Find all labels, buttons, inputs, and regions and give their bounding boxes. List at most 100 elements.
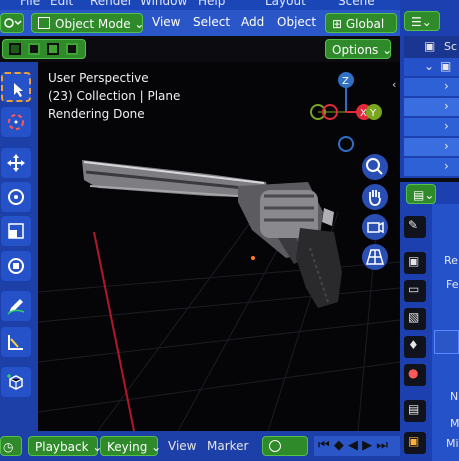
menu-window[interactable]: Window [140,0,187,8]
output-properties-tab[interactable]: ▭ [404,280,426,302]
annotate-tool[interactable] [1,291,31,321]
object-mode-dropdown[interactable]: Object Mode ⌄ [31,13,144,33]
mode-new-icon[interactable] [9,43,21,55]
properties-text-n: N [450,390,459,403]
timeline-menu-marker[interactable]: Marker [207,439,248,453]
tool-properties-tab[interactable]: ✎ [404,216,426,238]
transform-icon [8,258,24,274]
jump-end-icon[interactable]: ⏭ [376,438,388,453]
transform-tool[interactable] [1,251,31,281]
outliner-header-row: ▣ Sc [404,36,459,58]
measure-tool[interactable] [1,327,31,357]
transform-orientation-dropdown[interactable]: ⊞ Global [325,13,397,33]
header-menu-object[interactable]: Object [277,15,316,29]
header-menu-select[interactable]: Select [193,15,230,29]
object-properties-tab[interactable]: ▣ [404,432,426,454]
mode-subtract-icon[interactable] [47,43,59,55]
menu-help[interactable]: Help [198,0,225,8]
chevron-down-icon: ⌄ [147,440,162,454]
scene-properties-tab[interactable]: ♦ [404,336,426,358]
collection-properties-tab[interactable]: ▤ [404,400,426,422]
play-icon[interactable]: ▶ [362,438,372,453]
add-cube-tool[interactable] [1,367,31,397]
gizmo-x-label: X [360,108,367,119]
outliner-collection-row[interactable]: ⌄ ▣ [404,58,459,76]
object-mode-icon [38,17,50,29]
pencil-icon [7,299,25,315]
outliner-item[interactable]: › [404,98,459,116]
prev-keyframe-icon[interactable]: ◆ [334,438,344,453]
magnifier-icon [366,158,383,175]
playback-label: Playback [35,440,89,454]
chevron-right-icon[interactable]: › [444,119,449,133]
keying-dropdown[interactable]: Keying ⌄ [100,436,162,456]
mode-extend-icon[interactable] [28,43,40,55]
autokey-toggle[interactable] [262,436,308,456]
play-reverse-icon[interactable]: ◀ [348,438,358,453]
hand-icon [369,190,381,206]
pan-button[interactable] [362,184,388,210]
navigation-gizmo[interactable]: Z X Y [306,70,386,160]
timeline-menu-view[interactable]: View [168,439,196,453]
outliner-item[interactable]: › [404,78,459,96]
perspective-toggle-button[interactable] [362,244,388,270]
scene-selector[interactable]: Scene [338,0,375,8]
editor-type-button[interactable] [0,13,24,33]
orientation-label: Global [345,17,385,31]
outliner-editor-type[interactable]: ☰⌄ [404,11,440,31]
workspace-tab-layout[interactable]: Layout [265,0,306,8]
chevron-right-icon[interactable]: › [444,99,449,113]
timeline-editor-type[interactable]: ◷ [0,436,22,456]
view-layer-properties-tab[interactable]: ▧ [404,308,426,330]
image-stack-icon: ▧ [408,310,420,324]
outliner-icon: ☰⌄ [411,15,432,29]
scale-tool[interactable] [1,216,31,246]
chevron-right-icon[interactable]: › [444,139,449,153]
wrench-icon: ✎ [408,218,419,232]
outliner-item[interactable]: › [404,158,459,176]
printer-icon: ▭ [408,282,420,296]
gizmo-neg-z[interactable] [338,136,354,152]
properties-text-m: M [450,417,459,430]
move-tool[interactable] [1,148,31,178]
world-properties-tab[interactable]: ● [404,364,426,386]
camera-view-button[interactable] [362,214,388,240]
box-icon: ▤ [408,402,420,416]
outliner-item[interactable]: › [404,118,459,136]
jump-start-icon[interactable]: ⏮ [318,438,330,453]
properties-editor-type[interactable]: ▤⌄ [406,184,436,204]
options-label: Options [332,43,379,57]
outliner-item[interactable]: › [404,138,459,156]
menu-edit[interactable]: Edit [50,0,73,8]
clock-icon: ◷ [3,440,14,454]
chevron-right-icon[interactable]: › [444,159,449,173]
properties-text-fe: Fe [446,278,459,291]
menu-render[interactable]: Render [90,0,133,8]
gizmo-z-label: Z [342,76,349,87]
selection-mode-buttons[interactable] [2,39,86,59]
chevron-down-icon[interactable]: ⌄ [424,59,434,73]
render-properties-tab[interactable]: ▣ [404,252,426,274]
cube-add-icon [7,374,23,390]
camera-icon [367,221,384,234]
chevron-right-icon[interactable]: › [444,79,449,93]
chevron-down-icon: ⌄ [378,43,393,57]
header-menu-add[interactable]: Add [241,15,264,29]
header-menu-view[interactable]: View [152,15,180,29]
playback-controls[interactable]: ⏮ ◆ ◀ ▶ ⏭ [314,436,400,456]
playback-dropdown[interactable]: Playback ⌄ [28,436,102,456]
options-dropdown[interactable]: Options ⌄ [325,39,393,59]
3d-viewport[interactable]: User Perspective (23) Collection | Plane… [38,62,400,431]
menu-file[interactable]: File [20,0,40,8]
properties-text-re: Re [444,254,458,267]
top-menubar: File Edit Render Window Help Layout Scen… [0,0,400,10]
scene-collection-icon: ▣ [424,39,436,53]
mode-intersect-icon[interactable] [66,43,78,55]
properties-subpanel[interactable] [434,330,459,354]
select-box-tool[interactable] [1,72,31,102]
zoom-button[interactable] [362,154,388,180]
cursor-tool[interactable] [1,107,31,137]
viewport-editor-icon [4,18,22,28]
rotate-tool[interactable] [1,182,31,212]
sidebar-toggle-icon[interactable]: ‹ [392,78,396,91]
